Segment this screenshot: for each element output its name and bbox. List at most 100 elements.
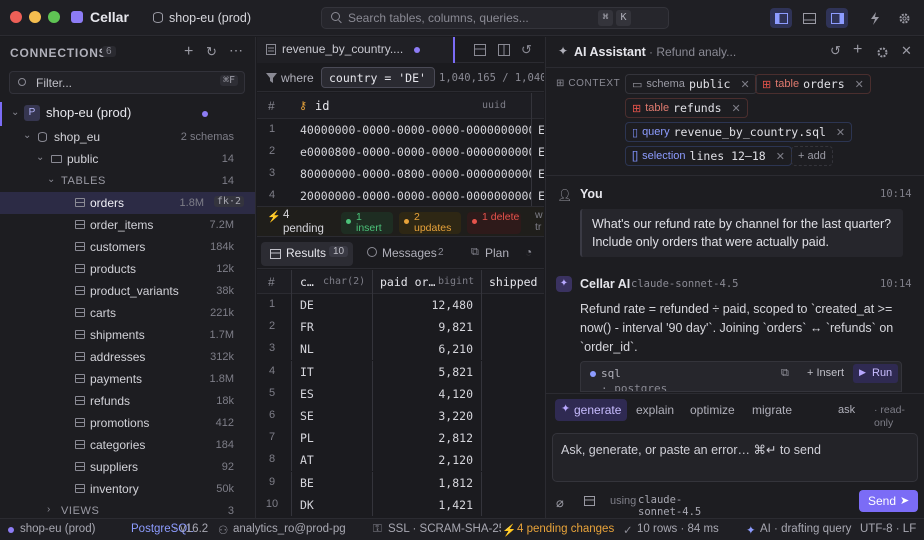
paid-orders-cell[interactable]: 1,421 [373,498,473,512]
add-connection-icon[interactable]: + [184,43,193,61]
country-cell[interactable]: ES [300,387,314,401]
attach-icon[interactable]: ⌀ [556,495,564,511]
remove-chip-icon[interactable]: ✕ [732,102,741,115]
mode-explain-tab[interactable]: explain [636,403,674,417]
quick-actions-button[interactable] [864,8,886,28]
sidebar-table-promotions[interactable]: promotions 412 [0,412,255,434]
extra-cell[interactable]: E [538,167,544,181]
remove-chip-icon[interactable]: ✕ [740,78,749,91]
grid-row[interactable]: 4 20000000-0000-0000-0000-000000000000 E [257,185,544,207]
sidebar-table-product-variants[interactable]: product_variants 38k [0,280,255,302]
country-column-header[interactable]: c… [300,275,314,289]
sidebar-table-products[interactable]: products 12k [0,258,255,280]
country-cell[interactable]: DE [300,298,314,312]
history-icon[interactable]: ↺ [830,43,841,59]
results-row[interactable]: 4 IT 5,821 [257,360,544,383]
results-row[interactable]: 8 AT 2,120 [257,449,544,472]
country-cell[interactable]: IT [300,365,314,379]
status-pending[interactable]: 4 pending changes [517,523,614,535]
table-icon[interactable] [584,496,595,506]
gear-icon[interactable] [876,46,889,59]
results-row[interactable]: 9 BE 1,812 [257,471,544,494]
context-chip-query[interactable]: ▯ query revenue_by_country.sql ✕ [625,122,853,142]
paid-orders-cell[interactable]: 6,210 [373,342,473,356]
paid-orders-cell[interactable]: 3,220 [373,409,473,423]
remove-chip-icon[interactable]: ✕ [855,78,864,91]
paid-orders-cell[interactable]: 5,821 [373,365,473,379]
close-window-button[interactable] [10,11,22,23]
context-chip-selection[interactable]: [] selection lines 12–18 ✕ [625,146,792,166]
sidebar-table-addresses[interactable]: addresses 312k [0,346,255,368]
run-code-button[interactable]: ▶ Run [853,364,898,383]
paid-orders-cell[interactable]: 4,120 [373,387,473,401]
paid-orders-cell[interactable]: 2,812 [373,431,473,445]
database-item[interactable]: ⌄ shop_eu 2 schemas [0,126,255,148]
insert-code-button[interactable]: + Insert [807,367,844,379]
more-options-icon[interactable]: ⋯ [229,42,243,59]
paid-orders-cell[interactable]: 9,821 [373,320,473,334]
results-tab[interactable]: Results 10 [261,242,353,266]
sidebar-table-refunds[interactable]: refunds 18k [0,390,255,412]
sidebar-table-categories[interactable]: categories 184 [0,434,255,456]
split-view-icon[interactable] [498,44,510,56]
sidebar-filter-input[interactable]: Filter... ⌘F [9,71,245,94]
connection-item-shop-eu[interactable]: ⌄ P shop-eu (prod) [0,102,255,126]
mode-optimize-tab[interactable]: optimize [690,403,735,417]
insert-chip[interactable]: 1 insert [341,212,393,234]
sidebar-table-shipments[interactable]: shipments 1.7M [0,324,255,346]
history-icon[interactable]: ↺ [521,42,532,58]
country-cell[interactable]: AT [300,453,314,467]
chart-icon[interactable]: ◔ [525,245,532,259]
schema-item[interactable]: ⌄ public 14 [0,148,255,170]
query-tab[interactable]: revenue_by_country.... [257,37,455,63]
grid-row[interactable]: 1 40000000-0000-0000-0000-000000000000 E [257,119,544,141]
new-chat-icon[interactable]: + [853,41,862,59]
country-cell[interactable]: PL [300,431,314,445]
paid-orders-cell[interactable]: 2,120 [373,453,473,467]
close-icon[interactable]: ✕ [901,43,912,59]
context-chip-table-orders[interactable]: ⊞ table orders ✕ [755,74,871,94]
ai-prompt-input[interactable]: Ask, generate, or paste an error… ⌘↵ to … [552,433,918,482]
grid-view-icon[interactable] [474,44,486,56]
settings-button[interactable] [893,8,915,28]
add-context-button[interactable]: + add [791,146,833,166]
copy-icon[interactable]: ⧉ [781,367,789,380]
extra-cell[interactable]: E [538,145,544,159]
results-row[interactable]: 2 FR 9,821 [257,316,544,339]
sidebar-table-carts[interactable]: carts 221k [0,302,255,324]
paid-orders-column-header[interactable]: paid or… [380,275,435,289]
paid-orders-cell[interactable]: 12,480 [373,298,473,312]
tables-group[interactable]: ⌄ TABLES 14 [0,170,255,192]
sidebar-table-inventory[interactable]: inventory 50k [0,478,255,500]
sidebar-table-payments[interactable]: payments 1.8M [0,368,255,390]
extra-cell[interactable]: E [538,189,544,203]
results-row[interactable]: 1 DE 12,480 [257,294,544,316]
id-cell[interactable]: e0000800-0000-0000-0000-000000000000 [300,145,531,159]
shipped-column-header[interactable]: shipped [489,275,537,289]
results-row[interactable]: 6 SE 3,220 [257,405,544,427]
paid-orders-cell[interactable]: 1,812 [373,476,473,490]
status-connection[interactable]: shop-eu (prod) [20,523,95,535]
plan-tab-label[interactable]: Plan [485,246,509,260]
results-row[interactable]: 7 PL 2,812 [257,427,544,450]
views-group[interactable]: › VIEWS 3 [0,500,255,518]
id-column-header[interactable]: id [315,99,329,113]
context-chip-table-refunds[interactable]: ⊞ table refunds ✕ [625,98,748,118]
id-cell[interactable]: 20000000-0000-0000-0000-000000000000 [300,189,531,203]
sidebar-table-order-items[interactable]: order_items 7.2M [0,214,255,236]
ask-mode-toggle[interactable]: ask [838,404,855,416]
remove-chip-icon[interactable]: ✕ [776,150,785,163]
remove-chip-icon[interactable]: ✕ [836,126,845,139]
country-cell[interactable]: DK [300,498,314,512]
sidebar-table-suppliers[interactable]: suppliers 92 [0,456,255,478]
mode-generate-tab[interactable]: ✦ generate [555,399,627,421]
grid-row[interactable]: 2 e0000800-0000-0000-0000-000000000000 E [257,141,544,163]
toggle-right-panel-button[interactable] [826,8,848,28]
country-cell[interactable]: FR [300,320,314,334]
send-button[interactable]: Send ➤ [859,490,918,512]
id-cell[interactable]: 40000000-0000-0000-0000-000000000000 [300,123,531,137]
context-chip-schema[interactable]: ▭ schema public ✕ [625,74,757,94]
updates-chip[interactable]: 2 updates [399,212,461,234]
using-model[interactable]: claude-sonnet-4.5 [638,494,710,518]
toggle-left-panel-button[interactable] [770,8,792,28]
